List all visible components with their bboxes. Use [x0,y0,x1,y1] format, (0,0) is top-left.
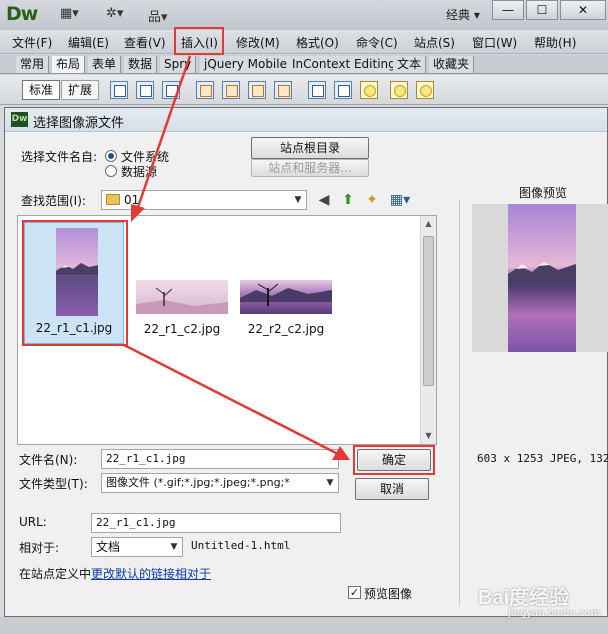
watermark-url: jingyan.baidu.com [508,608,601,619]
watermark: Bai度经验 [478,587,570,609]
annotation-arrows [123,55,350,460]
